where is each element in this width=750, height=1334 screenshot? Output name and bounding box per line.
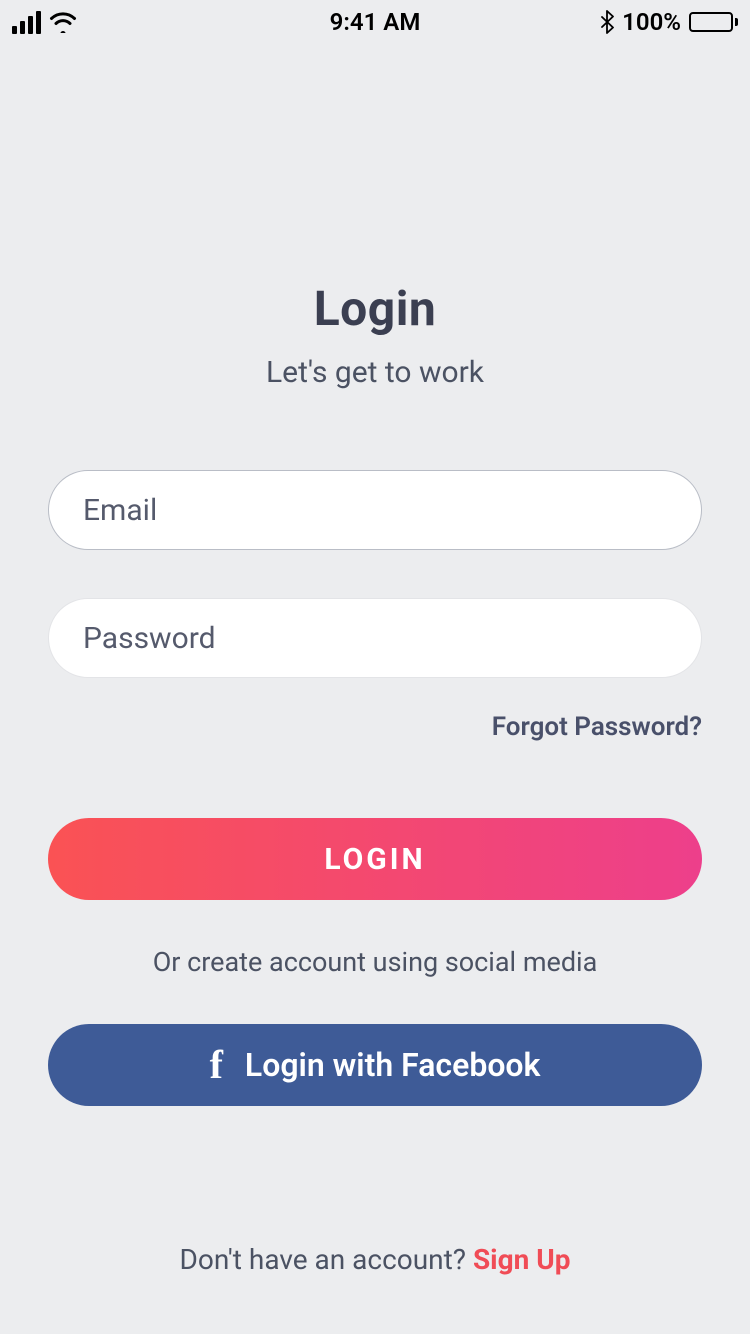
signup-prompt: Don't have an account? (180, 1243, 473, 1276)
login-form: Forgot Password? LOGIN Or create account… (48, 470, 702, 1106)
login-screen: Login Let's get to work Forgot Password?… (0, 0, 750, 1334)
login-button[interactable]: LOGIN (48, 818, 702, 900)
email-field[interactable] (48, 470, 702, 550)
facebook-login-button[interactable]: f Login with Facebook (48, 1024, 702, 1106)
page-title: Login (314, 280, 437, 337)
forgot-password-link[interactable]: Forgot Password? (48, 712, 702, 742)
page-subtitle: Let's get to work (266, 355, 484, 390)
sign-up-link[interactable]: Sign Up (473, 1243, 571, 1276)
facebook-button-label: Login with Facebook (245, 1046, 541, 1084)
social-login-text: Or create account using social media (48, 946, 702, 978)
password-field[interactable] (48, 598, 702, 678)
facebook-icon: f (210, 1045, 223, 1085)
signup-footer: Don't have an account? Sign Up (0, 1243, 750, 1276)
